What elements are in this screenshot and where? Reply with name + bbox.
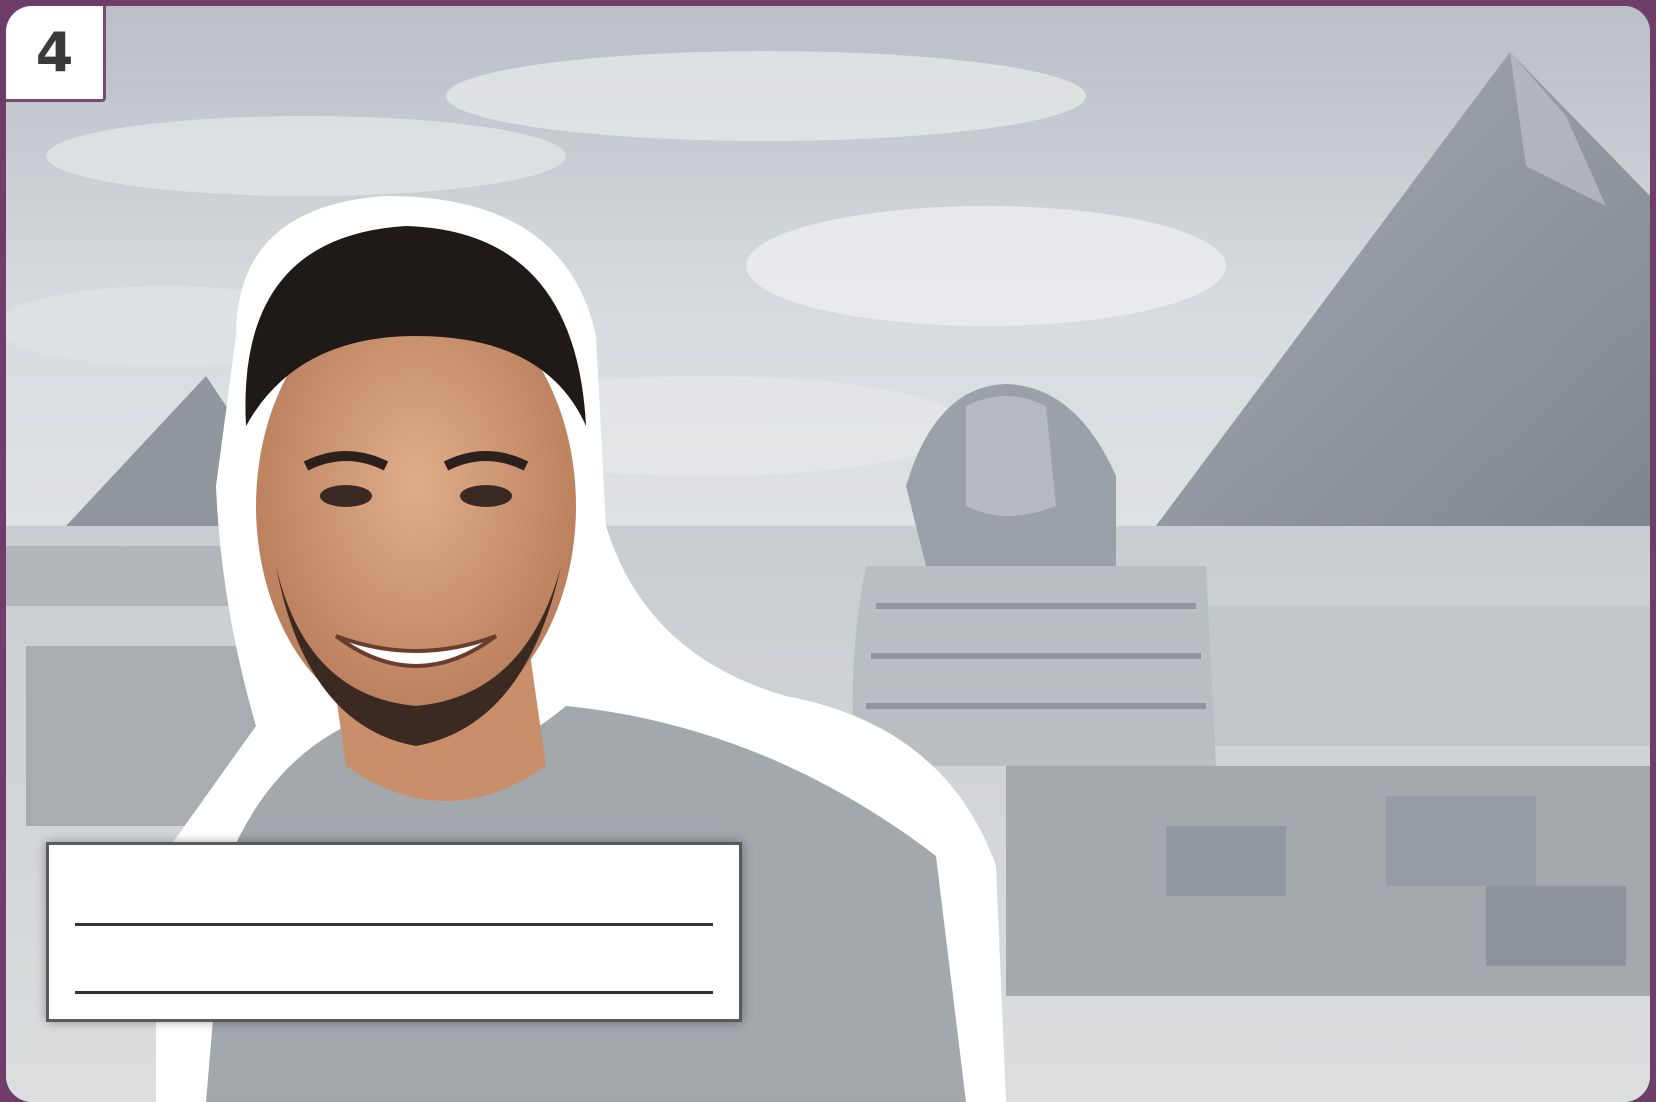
answer-line[interactable] [75,991,713,994]
card-frame: 4 [6,6,1650,1102]
question-number: 4 [6,6,106,102]
answer-box[interactable] [46,842,742,1022]
answer-line[interactable] [75,923,713,926]
